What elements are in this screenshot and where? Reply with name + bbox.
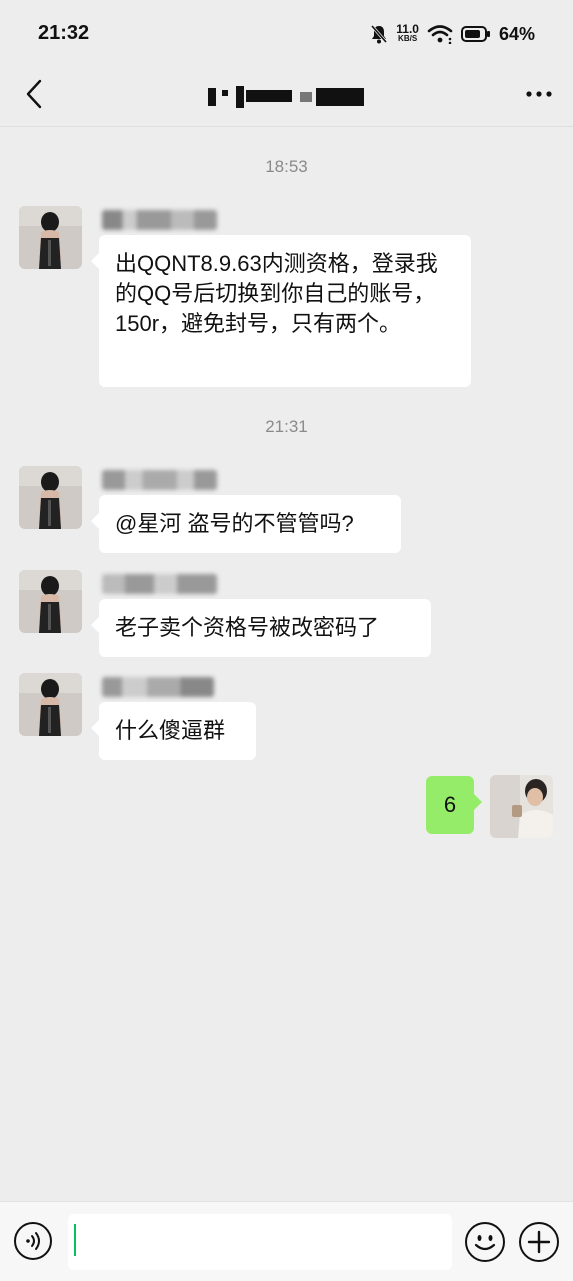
battery-icon <box>460 26 490 42</box>
avatar-image <box>19 466 82 529</box>
emoji-icon <box>474 1235 496 1251</box>
mute-bell-icon <box>371 25 388 44</box>
text-caret <box>74 1224 76 1256</box>
plus-button[interactable] <box>519 1222 559 1262</box>
my-avatar[interactable] <box>490 775 553 838</box>
net-speed: 11.0 KB/S <box>396 22 419 44</box>
message-bubble[interactable]: @星河 盗号的不管管吗? <box>91 495 401 553</box>
timestamp: 21:31 <box>265 417 308 436</box>
timestamp: 18:53 <box>265 157 308 176</box>
more-horizontal-icon <box>526 91 552 97</box>
avatar[interactable] <box>19 673 82 736</box>
input-bar <box>0 1201 573 1281</box>
voice-icon <box>26 1232 40 1250</box>
chat-title-redacted <box>206 82 366 108</box>
status-icons: 11.0 KB/S 64% <box>370 20 535 48</box>
status-time: 21:32 <box>38 22 90 44</box>
sender-name-redacted <box>102 470 217 490</box>
chat-header <box>0 68 573 127</box>
plus-icon <box>527 1230 551 1254</box>
net-speed-unit: KB/S <box>398 34 418 43</box>
battery-percent: 64% <box>498 23 535 44</box>
wifi-icon <box>427 25 453 44</box>
avatar[interactable] <box>19 466 82 529</box>
avatar-image <box>19 206 82 269</box>
chevron-left-icon <box>26 79 42 109</box>
back-button[interactable] <box>20 74 48 114</box>
avatar[interactable] <box>19 206 82 269</box>
voice-button[interactable] <box>14 1222 52 1260</box>
avatar-image <box>490 775 553 838</box>
avatar[interactable] <box>19 570 82 633</box>
sender-name-redacted <box>102 677 214 697</box>
sender-name-redacted <box>102 210 217 230</box>
message-bubble[interactable]: 什么傻逼群 <box>91 702 256 760</box>
emoji-button[interactable] <box>465 1222 505 1262</box>
sender-name-redacted <box>102 574 217 594</box>
avatar-image <box>19 570 82 633</box>
message-bubble[interactable]: 老子卖个资格号被改密码了 <box>91 599 431 657</box>
avatar-image <box>19 673 82 736</box>
message-input[interactable] <box>68 1214 452 1270</box>
status-bar: 21:32 11.0 KB/S 64% <box>0 0 573 68</box>
net-speed-value: 11.0 <box>396 22 419 36</box>
more-button[interactable] <box>523 78 555 110</box>
message-bubble-self[interactable]: 6 <box>426 776 482 834</box>
message-bubble[interactable]: 出QQNT8.9.63内测资格，登录我的QQ号后切换到你自己的账号，150r，避… <box>91 235 471 387</box>
